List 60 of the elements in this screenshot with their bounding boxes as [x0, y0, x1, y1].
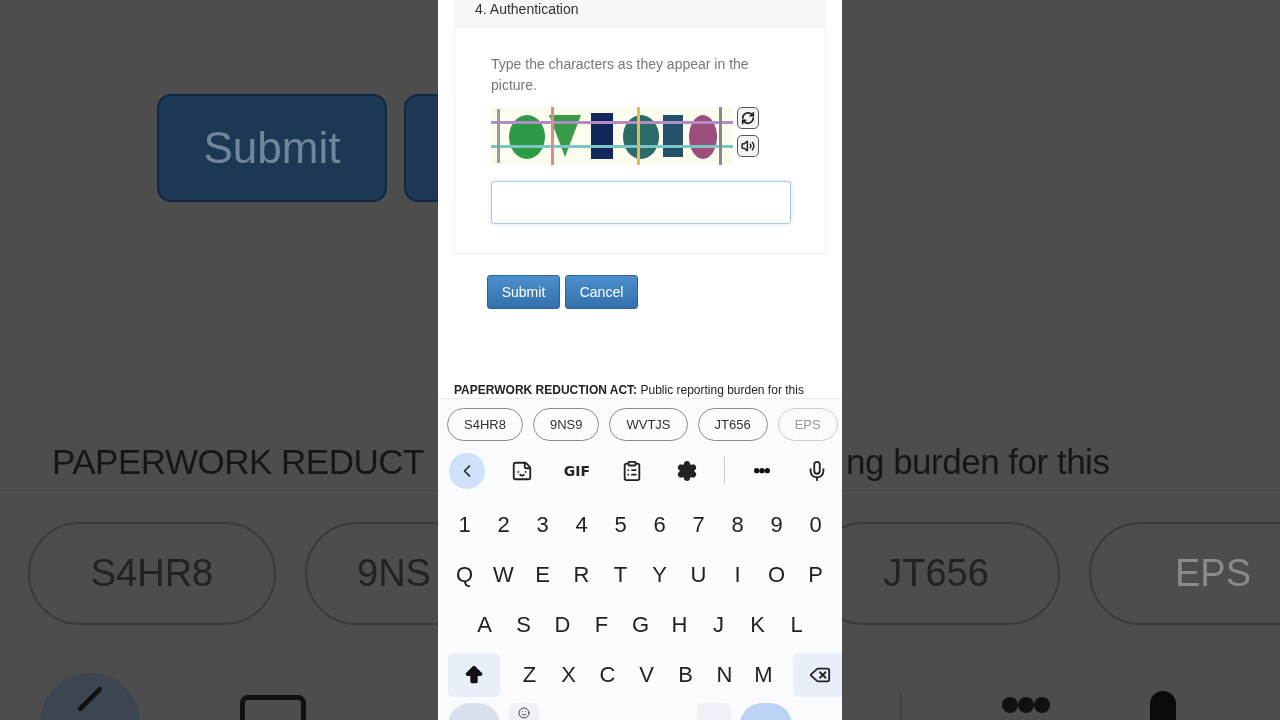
section-title: 4. Authentication	[475, 0, 579, 18]
cancel-button[interactable]: Cancel	[565, 275, 638, 309]
key[interactable]: Q	[447, 553, 482, 597]
key[interactable]: O	[759, 553, 794, 597]
notice-text: PAPERWORK REDUCTION ACT: Public reporting burden for this	[454, 382, 805, 398]
notice-heading-enlarged: PAPERWORK REDUCT	[52, 441, 424, 483]
smiley-icon	[518, 707, 530, 719]
key[interactable]: S	[506, 603, 541, 647]
key[interactable]: E	[525, 553, 560, 597]
key[interactable]: R	[564, 553, 599, 597]
sticker-icon	[511, 460, 533, 482]
key[interactable]: 3	[525, 503, 560, 547]
key[interactable]: V	[629, 653, 664, 697]
speaker-icon	[741, 139, 755, 153]
key[interactable]: B	[668, 653, 703, 697]
more-icon	[754, 468, 770, 474]
key[interactable]: T	[603, 553, 638, 597]
answer-field[interactable]	[491, 181, 791, 224]
key[interactable]: 2	[486, 503, 521, 547]
shift-key[interactable]	[448, 653, 500, 697]
key[interactable]: G	[623, 603, 658, 647]
suggestion-chip-enlarged: EPS	[1089, 522, 1280, 625]
key[interactable]: F	[584, 603, 619, 647]
key[interactable]: Y	[642, 553, 677, 597]
shift-icon	[463, 664, 485, 686]
submit-button[interactable]: Submit	[487, 275, 560, 309]
key[interactable]: X	[551, 653, 586, 697]
key[interactable]: C	[590, 653, 625, 697]
key[interactable]: A	[467, 603, 502, 647]
gif-button[interactable]: GIF	[559, 453, 595, 489]
key[interactable]: M	[746, 653, 781, 697]
refresh-icon	[741, 111, 755, 125]
key[interactable]: K	[740, 603, 775, 647]
key[interactable]: L	[779, 603, 814, 647]
key[interactable]: 1	[447, 503, 482, 547]
key[interactable]: D	[545, 603, 580, 647]
key[interactable]: 7	[681, 503, 716, 547]
key[interactable]: Z	[512, 653, 547, 697]
notice-text-enlarged: ng burden for this	[846, 441, 1110, 483]
key[interactable]: N	[707, 653, 742, 697]
key[interactable]: J	[701, 603, 736, 647]
key[interactable]: 0	[798, 503, 833, 547]
refresh-button[interactable]	[737, 107, 759, 129]
key[interactable]: 9	[759, 503, 794, 547]
backspace-key[interactable]	[793, 653, 842, 697]
submit-button-enlarged: Submit	[157, 94, 387, 202]
audio-button[interactable]	[737, 135, 759, 157]
key[interactable]: 8	[720, 503, 755, 547]
key[interactable]: U	[681, 553, 716, 597]
key[interactable]: H	[662, 603, 697, 647]
more-icon	[1002, 697, 1050, 713]
key[interactable]: I	[720, 553, 755, 597]
key[interactable]: W	[486, 553, 521, 597]
settings-icon	[676, 460, 698, 482]
key[interactable]: 4	[564, 503, 599, 547]
clipboard-icon	[621, 460, 643, 482]
instruction-text: Type the characters as they appear in the picture.	[491, 55, 750, 95]
key[interactable]: 5	[603, 503, 638, 547]
key[interactable]: P	[798, 553, 833, 597]
key[interactable]: 6	[642, 503, 677, 547]
